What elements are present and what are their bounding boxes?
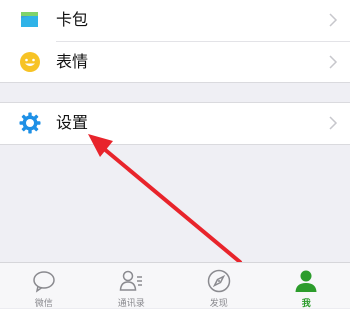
person-icon — [293, 268, 319, 294]
menu-item-label: 设置 — [56, 113, 88, 133]
menu-group-settings: 设置 — [0, 102, 350, 145]
menu-group-top: 卡包 表情 — [0, 0, 350, 83]
menu-item-label: 表情 — [56, 52, 88, 72]
tab-contacts[interactable]: 通讯录 — [88, 263, 176, 308]
card-wallet-icon — [18, 8, 42, 32]
chevron-right-icon — [328, 115, 338, 131]
menu-item-settings[interactable]: 设置 — [0, 103, 350, 144]
tab-label: 我 — [263, 296, 350, 309]
menu-item-stickers[interactable]: 表情 — [0, 42, 350, 83]
menu-item-card-package[interactable]: 卡包 — [0, 0, 350, 41]
gear-icon — [18, 111, 42, 135]
contacts-icon — [118, 268, 144, 294]
bottom-tab-bar: 微信 通讯录 发现 — [0, 262, 350, 308]
compass-icon — [206, 268, 232, 294]
tab-me[interactable]: 我 — [263, 263, 350, 308]
chevron-right-icon — [328, 12, 338, 28]
tab-label: 发现 — [175, 296, 263, 309]
tab-chats[interactable]: 微信 — [0, 263, 88, 308]
tab-discover[interactable]: 发现 — [175, 263, 263, 308]
chat-bubble-icon — [31, 268, 57, 294]
tab-label: 微信 — [0, 296, 88, 309]
menu-item-label: 卡包 — [56, 10, 88, 30]
me-screen: 卡包 表情 — [0, 0, 350, 307]
emoji-smile-icon — [18, 50, 42, 74]
chevron-right-icon — [328, 54, 338, 70]
tab-label: 通讯录 — [88, 296, 176, 309]
